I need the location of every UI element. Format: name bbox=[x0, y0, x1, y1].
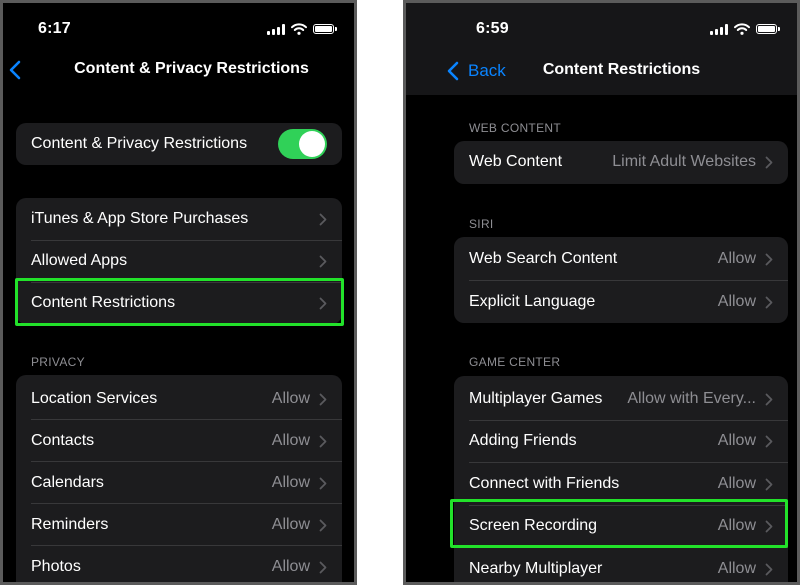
row-label: Multiplayer Games bbox=[469, 390, 603, 407]
row-value: Limit Adult Websites bbox=[612, 153, 756, 170]
reminders-row[interactable]: Reminders Allow bbox=[16, 504, 342, 546]
row-label: Explicit Language bbox=[469, 293, 596, 310]
battery-icon bbox=[313, 24, 337, 34]
row-value: Allow bbox=[271, 558, 310, 575]
row-value: Allow bbox=[717, 432, 756, 449]
row-label: Contacts bbox=[31, 432, 95, 449]
chevron-right-icon bbox=[319, 435, 327, 448]
status-time: 6:17 bbox=[38, 20, 71, 37]
explicit-language-row[interactable]: Explicit Language Allow bbox=[454, 281, 788, 323]
calendars-row[interactable]: Calendars Allow bbox=[16, 462, 342, 504]
wifi-icon bbox=[734, 23, 750, 35]
restrictions-toggle-group: Content & Privacy Restrictions bbox=[16, 123, 342, 165]
nearby-multiplayer-row[interactable]: Nearby Multiplayer Allow bbox=[454, 548, 788, 582]
section-header-siri: SIRI bbox=[469, 217, 494, 231]
row-label: Location Services bbox=[31, 390, 158, 407]
row-label: Reminders bbox=[31, 516, 109, 533]
cellular-signal-icon bbox=[710, 23, 728, 35]
chevron-right-icon bbox=[765, 435, 773, 448]
allowed-apps-row[interactable]: Allowed Apps bbox=[16, 240, 342, 282]
chevron-right-icon bbox=[765, 393, 773, 406]
privacy-group: Location Services Allow Contacts Allow C… bbox=[16, 375, 342, 582]
toggle-label: Content & Privacy Restrictions bbox=[31, 135, 248, 152]
status-icons bbox=[267, 23, 337, 35]
contacts-row[interactable]: Contacts Allow bbox=[16, 420, 342, 462]
chevron-right-icon bbox=[765, 563, 773, 576]
multiplayer-games-row[interactable]: Multiplayer Games Allow with Every... bbox=[454, 378, 788, 420]
left-phone-screenshot: 6:17 Content & Privacy Restrictions Cont… bbox=[0, 0, 357, 585]
row-value: Allow bbox=[717, 250, 756, 267]
row-value: Allow bbox=[271, 432, 310, 449]
row-value: Allow with Every... bbox=[627, 390, 756, 407]
section-header-web-content: WEB CONTENT bbox=[469, 121, 561, 135]
chevron-right-icon bbox=[319, 519, 327, 532]
page-title: Content & Privacy Restrictions bbox=[74, 60, 309, 77]
photos-row[interactable]: Photos Allow bbox=[16, 546, 342, 582]
itunes-purchases-row[interactable]: iTunes & App Store Purchases bbox=[16, 198, 342, 240]
content-privacy-toggle-row: Content & Privacy Restrictions bbox=[16, 123, 342, 165]
row-label: Photos bbox=[31, 558, 81, 575]
row-value: Allow bbox=[271, 390, 310, 407]
nav-bar-background bbox=[406, 3, 797, 95]
highlight-box bbox=[15, 278, 344, 326]
battery-icon bbox=[756, 24, 780, 34]
location-services-row[interactable]: Location Services Allow bbox=[16, 378, 342, 420]
highlight-box bbox=[450, 499, 788, 548]
right-phone-screenshot: 6:59 Back Content Restrictions WEB CONTE… bbox=[403, 0, 800, 585]
chevron-left-icon[interactable] bbox=[9, 60, 21, 80]
row-label: Web Content bbox=[469, 153, 563, 170]
row-value: Allow bbox=[271, 474, 310, 491]
row-value: Allow bbox=[271, 516, 310, 533]
chevron-right-icon bbox=[765, 478, 773, 491]
chevron-right-icon bbox=[319, 561, 327, 574]
back-button[interactable]: Back bbox=[468, 61, 506, 81]
cellular-signal-icon bbox=[267, 23, 285, 35]
row-value: Allow bbox=[717, 560, 756, 577]
row-label: Allowed Apps bbox=[31, 252, 128, 269]
row-label: Calendars bbox=[31, 474, 104, 491]
content-privacy-toggle[interactable] bbox=[278, 129, 327, 159]
status-icons bbox=[710, 23, 780, 35]
row-label: Nearby Multiplayer bbox=[469, 560, 603, 577]
adding-friends-row[interactable]: Adding Friends Allow bbox=[454, 420, 788, 462]
toggle-knob bbox=[299, 131, 325, 157]
siri-group: Web Search Content Allow Explicit Langua… bbox=[454, 237, 788, 323]
web-content-group: Web Content Limit Adult Websites bbox=[454, 141, 788, 184]
chevron-right-icon bbox=[319, 255, 327, 268]
chevron-right-icon bbox=[765, 253, 773, 266]
row-label: iTunes & App Store Purchases bbox=[31, 210, 249, 227]
wifi-icon bbox=[291, 23, 307, 35]
chevron-right-icon bbox=[765, 156, 773, 169]
chevron-right-icon bbox=[319, 477, 327, 490]
row-label: Adding Friends bbox=[469, 432, 577, 449]
game-center-group: Multiplayer Games Allow with Every... Ad… bbox=[454, 376, 788, 582]
chevron-right-icon bbox=[319, 393, 327, 406]
web-content-row[interactable]: Web Content Limit Adult Websites bbox=[454, 141, 788, 183]
chevron-left-icon[interactable] bbox=[447, 61, 459, 81]
row-label: Web Search Content bbox=[469, 250, 618, 267]
web-search-content-row[interactable]: Web Search Content Allow bbox=[454, 238, 788, 280]
page-title: Content Restrictions bbox=[542, 61, 701, 78]
row-value: Allow bbox=[717, 293, 756, 310]
chevron-right-icon bbox=[319, 213, 327, 226]
section-header-privacy: PRIVACY bbox=[31, 355, 85, 369]
chevron-right-icon bbox=[765, 296, 773, 309]
status-time: 6:59 bbox=[476, 20, 509, 37]
section-header-game-center: GAME CENTER bbox=[469, 355, 561, 369]
